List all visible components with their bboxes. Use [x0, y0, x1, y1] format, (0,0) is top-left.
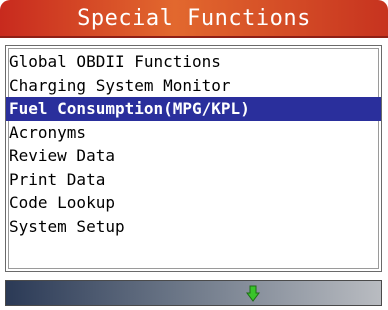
menu-list-frame: Global OBDII Functions Charging System M… [5, 45, 382, 272]
menu-item-system-setup[interactable]: System Setup [6, 215, 381, 239]
special-functions-menu: Global OBDII Functions Charging System M… [6, 50, 381, 238]
menu-item-acronyms[interactable]: Acronyms [6, 121, 381, 145]
menu-item-review-data[interactable]: Review Data [6, 144, 381, 168]
menu-item-code-lookup[interactable]: Code Lookup [6, 191, 381, 215]
menu-item-charging-system-monitor[interactable]: Charging System Monitor [6, 74, 381, 98]
scroll-indicator-bar [5, 280, 382, 306]
scan-tool-screen: Special Functions Global OBDII Functions… [0, 0, 388, 310]
menu-item-fuel-consumption[interactable]: Fuel Consumption(MPG/KPL) [6, 97, 381, 121]
menu-item-print-data[interactable]: Print Data [6, 168, 381, 192]
title-bar: Special Functions [0, 0, 388, 38]
page-title: Special Functions [77, 6, 311, 31]
down-arrow-icon[interactable] [246, 285, 260, 302]
menu-item-global-obdii-functions[interactable]: Global OBDII Functions [6, 50, 381, 74]
